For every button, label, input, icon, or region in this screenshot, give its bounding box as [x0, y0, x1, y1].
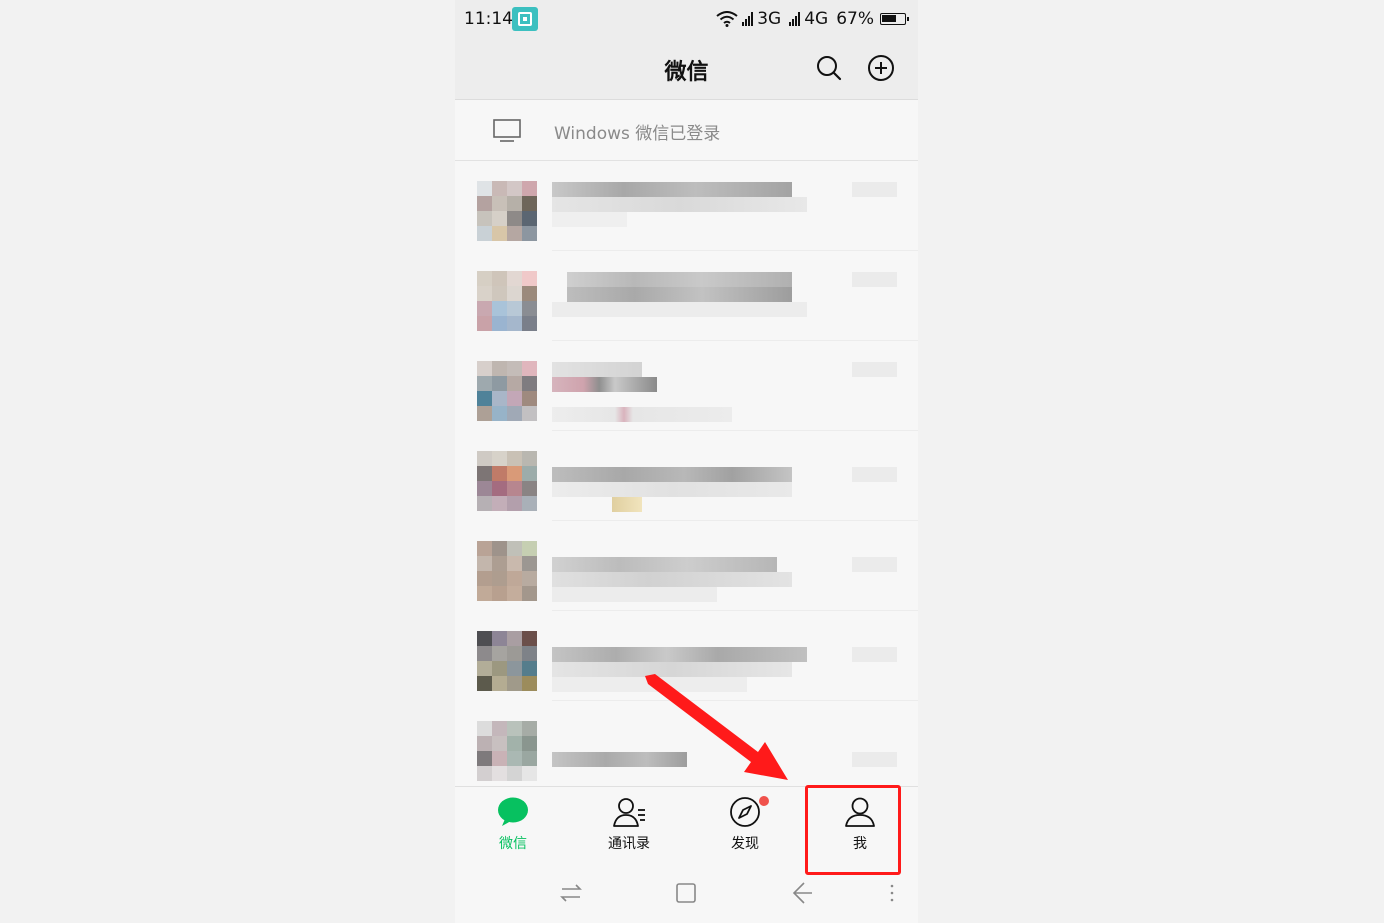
title-bar: 微信 — [455, 40, 918, 100]
blurred-chat-name — [552, 647, 807, 662]
blurred-chat-name — [552, 182, 792, 197]
blurred-chat-preview — [552, 302, 807, 317]
blurred-chat-time — [852, 362, 897, 377]
blurred-chat-time — [852, 272, 897, 287]
chat-row[interactable] — [455, 341, 918, 431]
chat-row[interactable] — [455, 701, 918, 791]
blurred-chat-preview — [552, 677, 747, 692]
tab-discover[interactable]: 发现 — [687, 787, 803, 861]
chat-row[interactable] — [455, 521, 918, 611]
chat-row[interactable] — [455, 251, 918, 341]
chat-bubble-icon — [498, 797, 528, 826]
signal-4g-icon — [789, 12, 801, 26]
home-square-icon[interactable] — [673, 880, 699, 906]
signal-3g-icon — [742, 12, 754, 26]
compass-icon — [730, 797, 760, 827]
chat-row[interactable] — [455, 611, 918, 701]
blurred-chat-time — [852, 182, 897, 197]
chat-row[interactable] — [455, 431, 918, 521]
battery-level — [882, 15, 896, 22]
blurred-chat-preview — [552, 662, 792, 677]
highlight-box-me-tab — [805, 785, 901, 875]
blurred-chat-preview — [552, 212, 627, 227]
tab-label: 发现 — [731, 836, 759, 852]
chat-avatar — [477, 271, 537, 331]
network-4g-label: 4G — [804, 9, 829, 29]
blurred-chat-preview — [552, 197, 807, 212]
page-title: 微信 — [664, 60, 709, 85]
tab-contacts[interactable]: 通讯录 — [571, 787, 687, 861]
wifi-icon — [716, 11, 738, 27]
menu-icon[interactable] — [879, 880, 905, 906]
tab-chats[interactable]: 微信 — [455, 787, 571, 861]
blurred-chat-time — [852, 647, 897, 662]
tab-label: 微信 — [499, 836, 527, 852]
chat-list — [455, 161, 918, 786]
chat-avatar — [477, 181, 537, 241]
chat-avatar — [477, 721, 537, 781]
blurred-chat-time — [852, 557, 897, 572]
status-indicators: 3G 4G 67% — [716, 9, 909, 29]
blurred-chat-preview — [552, 572, 792, 587]
search-icon[interactable] — [815, 54, 843, 82]
blurred-chat-name — [552, 377, 657, 392]
windows-login-text: Windows 微信已登录 — [554, 124, 721, 144]
blurred-chat-time — [852, 467, 897, 482]
screen-record-icon — [512, 7, 538, 31]
blurred-chat-name — [567, 272, 792, 287]
chat-avatar — [477, 631, 537, 691]
switch-icon[interactable] — [558, 880, 584, 906]
blurred-chat-name — [552, 557, 777, 572]
blurred-chat-time — [852, 752, 897, 767]
monitor-icon — [493, 119, 521, 142]
battery-icon — [880, 13, 909, 25]
blurred-chat-preview — [552, 587, 717, 602]
blurred-chat-preview — [552, 407, 732, 422]
windows-login-banner[interactable]: Windows 微信已登录 — [455, 100, 918, 161]
back-icon[interactable] — [789, 880, 815, 906]
battery-percent: 67% — [836, 9, 874, 29]
blurred-chat-preview — [612, 497, 642, 512]
blurred-chat-name — [567, 287, 792, 302]
blurred-chat-name — [552, 362, 642, 377]
plus-circle-icon[interactable] — [867, 54, 895, 82]
status-bar: 11:14 3G 4G 67% — [455, 0, 918, 40]
status-time: 11:14 — [464, 9, 513, 29]
blurred-chat-name — [552, 467, 792, 482]
network-3g-label: 3G — [757, 9, 782, 29]
notification-dot — [759, 796, 769, 806]
chat-avatar — [477, 361, 537, 421]
blurred-chat-preview — [552, 482, 792, 497]
contacts-icon — [613, 798, 645, 827]
chat-avatar — [477, 541, 537, 601]
chat-row[interactable] — [455, 161, 918, 251]
tab-label: 通讯录 — [608, 836, 650, 852]
blurred-chat-name — [552, 752, 687, 767]
chat-avatar — [477, 451, 537, 511]
